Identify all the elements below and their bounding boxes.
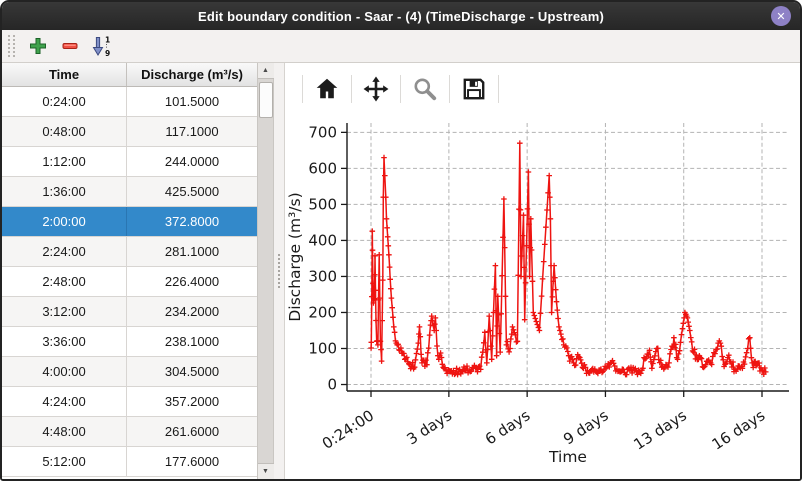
plus-icon — [28, 36, 48, 56]
discharge-cell[interactable]: 226.4000 — [127, 267, 257, 296]
svg-text:300: 300 — [308, 267, 337, 285]
svg-text:Time: Time — [548, 448, 587, 466]
save-figure-button[interactable] — [457, 72, 491, 106]
discharge-cell[interactable]: 357.2000 — [127, 387, 257, 416]
toolbar-separator — [449, 75, 450, 103]
edit-toolbar: 1 9 — [2, 30, 800, 63]
table-row[interactable]: 3:36:00238.1000 — [2, 327, 257, 357]
svg-text:600: 600 — [308, 159, 337, 177]
svg-text:400: 400 — [308, 231, 337, 249]
time-cell[interactable]: 5:12:00 — [2, 447, 127, 476]
svg-text:200: 200 — [308, 303, 337, 321]
time-cell[interactable]: 3:36:00 — [2, 327, 127, 356]
table-row[interactable]: 2:00:00372.8000 — [2, 207, 257, 237]
table-row[interactable]: 1:36:00425.5000 — [2, 177, 257, 207]
time-cell[interactable]: 2:48:00 — [2, 267, 127, 296]
window-title: Edit boundary condition - Saar - (4) (Ti… — [198, 9, 604, 24]
svg-text:0: 0 — [327, 376, 337, 394]
plot-canvas[interactable]: 01002003004005006007000:24:003 days6 day… — [285, 115, 801, 480]
time-cell[interactable]: 0:24:00 — [2, 87, 127, 116]
table-row[interactable]: 2:24:00281.1000 — [2, 237, 257, 267]
pan-arrows-icon — [363, 76, 389, 102]
sort-ascending-icon: 1 9 — [91, 35, 113, 57]
toolbar-separator — [498, 75, 499, 103]
home-icon — [314, 76, 340, 102]
table-header-row: Time Discharge (m³/s) — [2, 63, 257, 87]
discharge-cell[interactable]: 117.1000 — [127, 117, 257, 146]
time-cell[interactable]: 4:48:00 — [2, 417, 127, 446]
discharge-cell[interactable]: 372.8000 — [127, 207, 257, 236]
discharge-cell[interactable]: 304.5000 — [127, 357, 257, 386]
table-scrollbar: ▲ ▼ — [258, 63, 274, 479]
home-view-button[interactable] — [310, 72, 344, 106]
time-cell[interactable]: 4:00:00 — [2, 357, 127, 386]
table-row[interactable]: 1:12:00244.0000 — [2, 147, 257, 177]
time-cell[interactable]: 2:24:00 — [2, 237, 127, 266]
discharge-cell[interactable]: 281.1000 — [127, 237, 257, 266]
table-row[interactable]: 4:24:00357.2000 — [2, 387, 257, 417]
edit-boundary-condition-dialog: Edit boundary condition - Saar - (4) (Ti… — [0, 0, 802, 481]
figure-area: 01002003004005006007000:24:003 days6 day… — [285, 115, 800, 479]
table-row[interactable]: 5:12:00177.6000 — [2, 447, 257, 477]
table-body: 0:24:00101.50000:48:00117.10001:12:00244… — [2, 87, 257, 479]
minus-icon — [60, 36, 80, 56]
remove-row-button[interactable] — [57, 33, 83, 59]
discharge-cell[interactable]: 244.0000 — [127, 147, 257, 176]
table-row[interactable]: 0:48:00117.1000 — [2, 117, 257, 147]
discharge-cell[interactable]: 238.1000 — [127, 327, 257, 356]
svg-text:100: 100 — [308, 339, 337, 357]
toolbar-drag-handle[interactable] — [8, 35, 15, 57]
scrollbar-thumb[interactable] — [259, 82, 273, 118]
svg-text:500: 500 — [308, 195, 337, 213]
table-row[interactable]: 4:00:00304.5000 — [2, 357, 257, 387]
time-cell[interactable]: 3:12:00 — [2, 297, 127, 326]
panel-splitter[interactable] — [274, 63, 284, 479]
discharge-cell[interactable]: 425.5000 — [127, 177, 257, 206]
toolbar-separator — [400, 75, 401, 103]
discharge-cell[interactable]: 101.5000 — [127, 87, 257, 116]
plot-nav-toolbar — [285, 63, 800, 115]
table-row[interactable]: 0:24:00101.5000 — [2, 87, 257, 117]
timeseries-table: Time Discharge (m³/s) 0:24:00101.50000:4… — [2, 63, 258, 479]
svg-text:9: 9 — [105, 49, 110, 57]
title-bar: Edit boundary condition - Saar - (4) (Ti… — [2, 2, 800, 30]
table-row[interactable]: 3:12:00234.2000 — [2, 297, 257, 327]
add-row-button[interactable] — [25, 33, 51, 59]
splitter-grip-icon — [278, 254, 281, 288]
close-icon[interactable]: ✕ — [771, 6, 791, 26]
toolbar-separator — [302, 75, 303, 103]
column-header-discharge[interactable]: Discharge (m³/s) — [127, 63, 257, 86]
svg-text:700: 700 — [308, 123, 337, 141]
save-floppy-icon — [461, 76, 487, 102]
time-cell[interactable]: 2:00:00 — [2, 207, 127, 236]
toolbar-separator — [351, 75, 352, 103]
sort-rows-button[interactable]: 1 9 — [89, 33, 115, 59]
magnifier-icon — [412, 76, 438, 102]
main-area: Time Discharge (m³/s) 0:24:00101.50000:4… — [2, 63, 800, 479]
discharge-cell[interactable]: 261.6000 — [127, 417, 257, 446]
time-cell[interactable]: 1:36:00 — [2, 177, 127, 206]
time-cell[interactable]: 1:12:00 — [2, 147, 127, 176]
scroll-down-icon[interactable]: ▼ — [258, 463, 274, 479]
svg-text:1: 1 — [105, 36, 110, 45]
svg-text:Discharge (m³/s): Discharge (m³/s) — [286, 192, 304, 321]
pan-button[interactable] — [359, 72, 393, 106]
time-cell[interactable]: 4:24:00 — [2, 387, 127, 416]
zoom-rect-button[interactable] — [408, 72, 442, 106]
table-row[interactable]: 2:48:00226.4000 — [2, 267, 257, 297]
chart-panel: 01002003004005006007000:24:003 days6 day… — [284, 63, 800, 479]
scroll-up-icon[interactable]: ▲ — [258, 63, 274, 79]
table-row[interactable]: 4:48:00261.6000 — [2, 417, 257, 447]
discharge-cell[interactable]: 177.6000 — [127, 447, 257, 476]
discharge-cell[interactable]: 234.2000 — [127, 297, 257, 326]
column-header-time[interactable]: Time — [2, 63, 127, 86]
time-cell[interactable]: 0:48:00 — [2, 117, 127, 146]
